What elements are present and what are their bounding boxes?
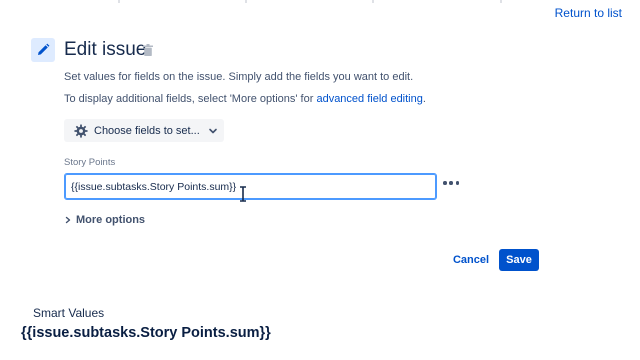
chevron-right-icon [65, 216, 71, 224]
return-to-list-link[interactable]: Return to list [555, 6, 622, 20]
smart-value-expression: {{issue.subtasks.Story Points.sum}} [21, 325, 271, 341]
page-title: Edit issue [64, 39, 147, 60]
edit-issue-icon-tile [31, 38, 55, 62]
pencil-icon [38, 43, 50, 55]
i-beam-cursor-icon [240, 186, 246, 202]
smart-values-caption: Smart Values [33, 306, 105, 320]
description-text: Set values for fields on the issue. Simp… [64, 71, 414, 83]
trash-icon[interactable] [143, 44, 153, 56]
gear-icon [74, 123, 88, 138]
advanced-field-editing-link[interactable]: advanced field editing [316, 93, 422, 105]
story-points-label: Story Points [64, 157, 116, 168]
cancel-button[interactable]: Cancel [451, 251, 491, 269]
story-points-input[interactable] [64, 173, 437, 200]
more-options-toggle[interactable]: More options [64, 214, 145, 226]
hint-suffix: . [422, 93, 426, 105]
save-button[interactable]: Save [499, 249, 539, 271]
choose-fields-button[interactable]: Choose fields to set... [64, 119, 224, 142]
hint-prefix: To display additional fields, select 'Mo… [64, 93, 317, 105]
choose-fields-label: Choose fields to set... [94, 124, 200, 137]
more-options-label: More options [76, 214, 146, 226]
more-horizontal-icon[interactable] [443, 176, 459, 190]
chevron-down-icon [208, 128, 217, 133]
advanced-editing-hint: To display additional fields, select 'Mo… [64, 93, 426, 105]
top-divider [0, 0, 640, 4]
